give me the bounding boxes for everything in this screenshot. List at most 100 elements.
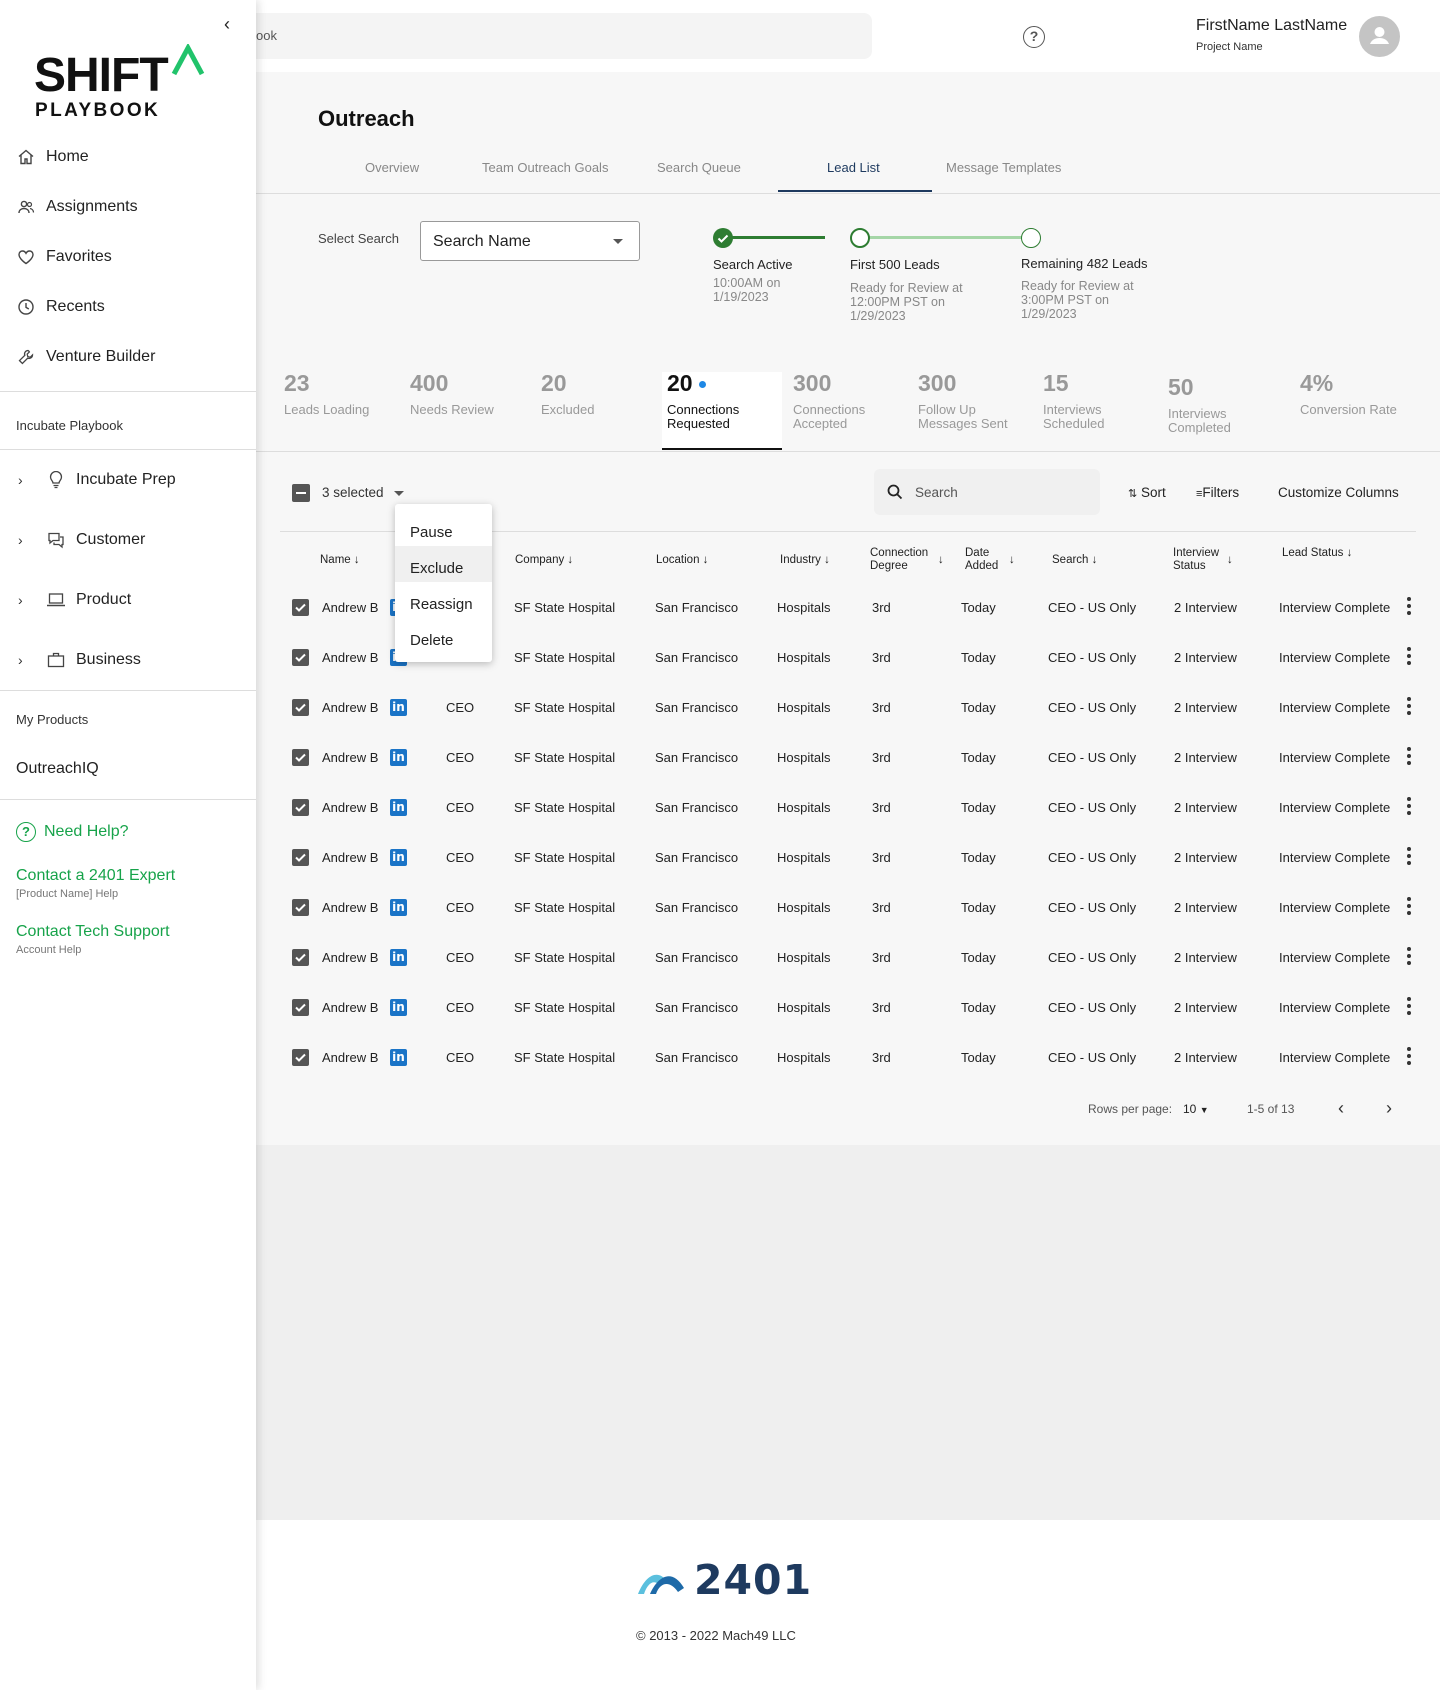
sidebar-group-product[interactable]: › Product — [18, 587, 131, 613]
rows-per-page-select[interactable]: 10 ▼ — [1183, 1102, 1209, 1116]
table-search-input[interactable]: Search — [874, 469, 1100, 515]
logo-text-bottom: PLAYBOOK — [35, 100, 161, 121]
need-help-link[interactable]: ? Need Help? — [16, 822, 129, 842]
more-vertical-icon[interactable] — [1406, 597, 1412, 617]
row-checkbox[interactable] — [292, 699, 309, 716]
next-page-button[interactable]: › — [1386, 1098, 1392, 1119]
row-checkbox[interactable] — [292, 799, 309, 816]
table-row[interactable]: Andrew B CEO SF State Hospital San Francisc… — [256, 983, 1440, 1033]
nav-venture-builder[interactable]: Venture Builder — [16, 344, 155, 370]
contact-expert-link[interactable]: Contact a 2401 Expert — [16, 867, 175, 885]
tab-lead-list[interactable]: Lead List — [827, 160, 880, 175]
step-subtitle: Ready for Review at — [1021, 279, 1134, 293]
table-row[interactable]: Andrew B CEO SF State Hospital San Francisc… — [256, 683, 1440, 733]
group-label: Product — [76, 591, 132, 608]
linkedin-icon[interactable]: in — [390, 699, 407, 716]
stat-interviews-completed[interactable]: 50 Interviews Completed — [1168, 374, 1231, 435]
linkedin-icon[interactable]: in — [390, 949, 407, 966]
sidebar-group-incubate-prep[interactable]: › Incubate Prep — [18, 467, 176, 493]
more-vertical-icon[interactable] — [1406, 997, 1412, 1017]
contact-tech-support-link[interactable]: Contact Tech Support — [16, 923, 170, 941]
linkedin-icon[interactable]: in — [390, 899, 407, 916]
stat-interviews-scheduled[interactable]: 15 Interviews Scheduled — [1043, 370, 1104, 431]
nav-assignments[interactable]: Assignments — [16, 194, 138, 220]
column-header-location[interactable]: Location ↓ — [656, 554, 708, 567]
more-vertical-icon[interactable] — [1406, 947, 1412, 967]
linkedin-icon[interactable]: in — [390, 799, 407, 816]
menu-item-pause[interactable]: Pause — [395, 510, 492, 546]
tab-team-outreach-goals[interactable]: Team Outreach Goals — [482, 160, 608, 175]
row-checkbox[interactable] — [292, 599, 309, 616]
cell-title: CEO — [446, 800, 475, 815]
nav-home[interactable]: Home — [16, 144, 89, 170]
table-row[interactable]: Andrew B CEO SF State Hospital San Francisc… — [256, 783, 1440, 833]
stat-connections-requested[interactable]: 20 Connections Requested — [667, 370, 739, 431]
column-header-date-added[interactable]: Date Added — [965, 547, 998, 573]
bulk-actions-dropdown[interactable]: 3 selected — [322, 485, 384, 500]
more-vertical-icon[interactable] — [1406, 797, 1412, 817]
linkedin-icon[interactable]: in — [390, 849, 407, 866]
menu-item-reassign[interactable]: Reassign — [395, 582, 492, 618]
row-checkbox[interactable] — [292, 749, 309, 766]
table-row[interactable]: Andrew B CEO SF State Hospital San Francisc… — [256, 933, 1440, 983]
column-header-interview-status[interactable]: Interview Status — [1173, 547, 1219, 573]
avatar[interactable] — [1359, 16, 1400, 57]
linkedin-icon[interactable]: in — [390, 1049, 407, 1066]
tab-message-templates[interactable]: Message Templates — [946, 160, 1061, 175]
question-circle-icon[interactable]: ? — [1023, 26, 1045, 48]
more-vertical-icon[interactable] — [1406, 897, 1412, 917]
linkedin-icon[interactable]: in — [390, 749, 407, 766]
more-vertical-icon[interactable] — [1406, 747, 1412, 767]
sort-button[interactable]: ⇅ Sort — [1128, 485, 1166, 500]
tab-overview[interactable]: Overview — [365, 160, 419, 175]
row-checkbox[interactable] — [292, 999, 309, 1016]
column-header-search[interactable]: Search ↓ — [1052, 554, 1097, 567]
row-checkbox[interactable] — [292, 649, 309, 666]
chevron-left-icon[interactable]: ‹ — [224, 14, 230, 35]
sort-arrow-icon[interactable]: ↓ — [1227, 554, 1233, 567]
customize-columns-button[interactable]: Customize Columns — [1278, 485, 1399, 500]
filters-button[interactable]: ≡Filters — [1196, 485, 1239, 500]
more-vertical-icon[interactable] — [1406, 1047, 1412, 1067]
table-row[interactable]: Andrew B CEO SF State Hospital San Francisc… — [256, 883, 1440, 933]
menu-item-delete[interactable]: Delete — [395, 618, 492, 654]
sidebar-group-customer[interactable]: › Customer — [18, 527, 145, 553]
column-header-name[interactable]: Name ↓ — [320, 554, 360, 567]
table-row[interactable]: Andrew B CEO SF State Hospital San Francisc… — [256, 1033, 1440, 1083]
tab-search-queue[interactable]: Search Queue — [657, 160, 741, 175]
sort-arrow-icon[interactable]: ↓ — [938, 554, 944, 567]
stat-follow-up-messages[interactable]: 300 Follow Up Messages Sent — [918, 370, 1008, 431]
more-vertical-icon[interactable] — [1406, 647, 1412, 667]
stat-conversion-rate[interactable]: 4% Conversion Rate — [1300, 370, 1397, 417]
table-row[interactable]: Andrew B CEO SF State Hospital San Francisc… — [256, 733, 1440, 783]
linkedin-icon[interactable]: in — [390, 999, 407, 1016]
menu-item-exclude[interactable]: Exclude — [395, 546, 492, 582]
global-search-input[interactable]: ook — [256, 13, 872, 59]
column-header-industry[interactable]: Industry ↓ — [780, 554, 830, 567]
nav-outreachiq[interactable]: OutreachIQ — [16, 756, 99, 782]
more-vertical-icon[interactable] — [1406, 847, 1412, 867]
sort-arrow-icon[interactable]: ↓ — [1009, 554, 1015, 567]
row-checkbox[interactable] — [292, 899, 309, 916]
stat-leads-loading[interactable]: 23 Leads Loading — [284, 370, 369, 417]
stat-excluded[interactable]: 20 Excluded — [541, 370, 594, 417]
previous-page-button[interactable]: ‹ — [1338, 1098, 1344, 1119]
column-header-connection-degree[interactable]: Connection Degree — [870, 547, 928, 573]
stat-connections-accepted[interactable]: 300 Connections Accepted — [793, 370, 865, 431]
nav-favorites[interactable]: Favorites — [16, 244, 112, 270]
column-header-company[interactable]: Company ↓ — [515, 554, 573, 567]
shift-playbook-logo[interactable]: SHIFT PLAYBOOK — [34, 44, 205, 126]
stat-needs-review[interactable]: 400 Needs Review — [410, 370, 494, 417]
sidebar-group-business[interactable]: › Business — [18, 647, 141, 673]
row-checkbox[interactable] — [292, 1049, 309, 1066]
row-checkbox[interactable] — [292, 949, 309, 966]
table-row[interactable]: Andrew B CEO SF State Hospital San Francisc… — [256, 833, 1440, 883]
chevron-down-icon[interactable] — [394, 491, 404, 496]
select-all-checkbox[interactable] — [292, 484, 310, 502]
nav-recents[interactable]: Recents — [16, 294, 105, 320]
section-label-incubate: Incubate Playbook — [16, 418, 123, 433]
column-header-lead-status[interactable]: Lead Status ↓ — [1282, 547, 1352, 560]
row-checkbox[interactable] — [292, 849, 309, 866]
more-vertical-icon[interactable] — [1406, 697, 1412, 717]
search-select[interactable]: Search Name — [420, 221, 640, 261]
